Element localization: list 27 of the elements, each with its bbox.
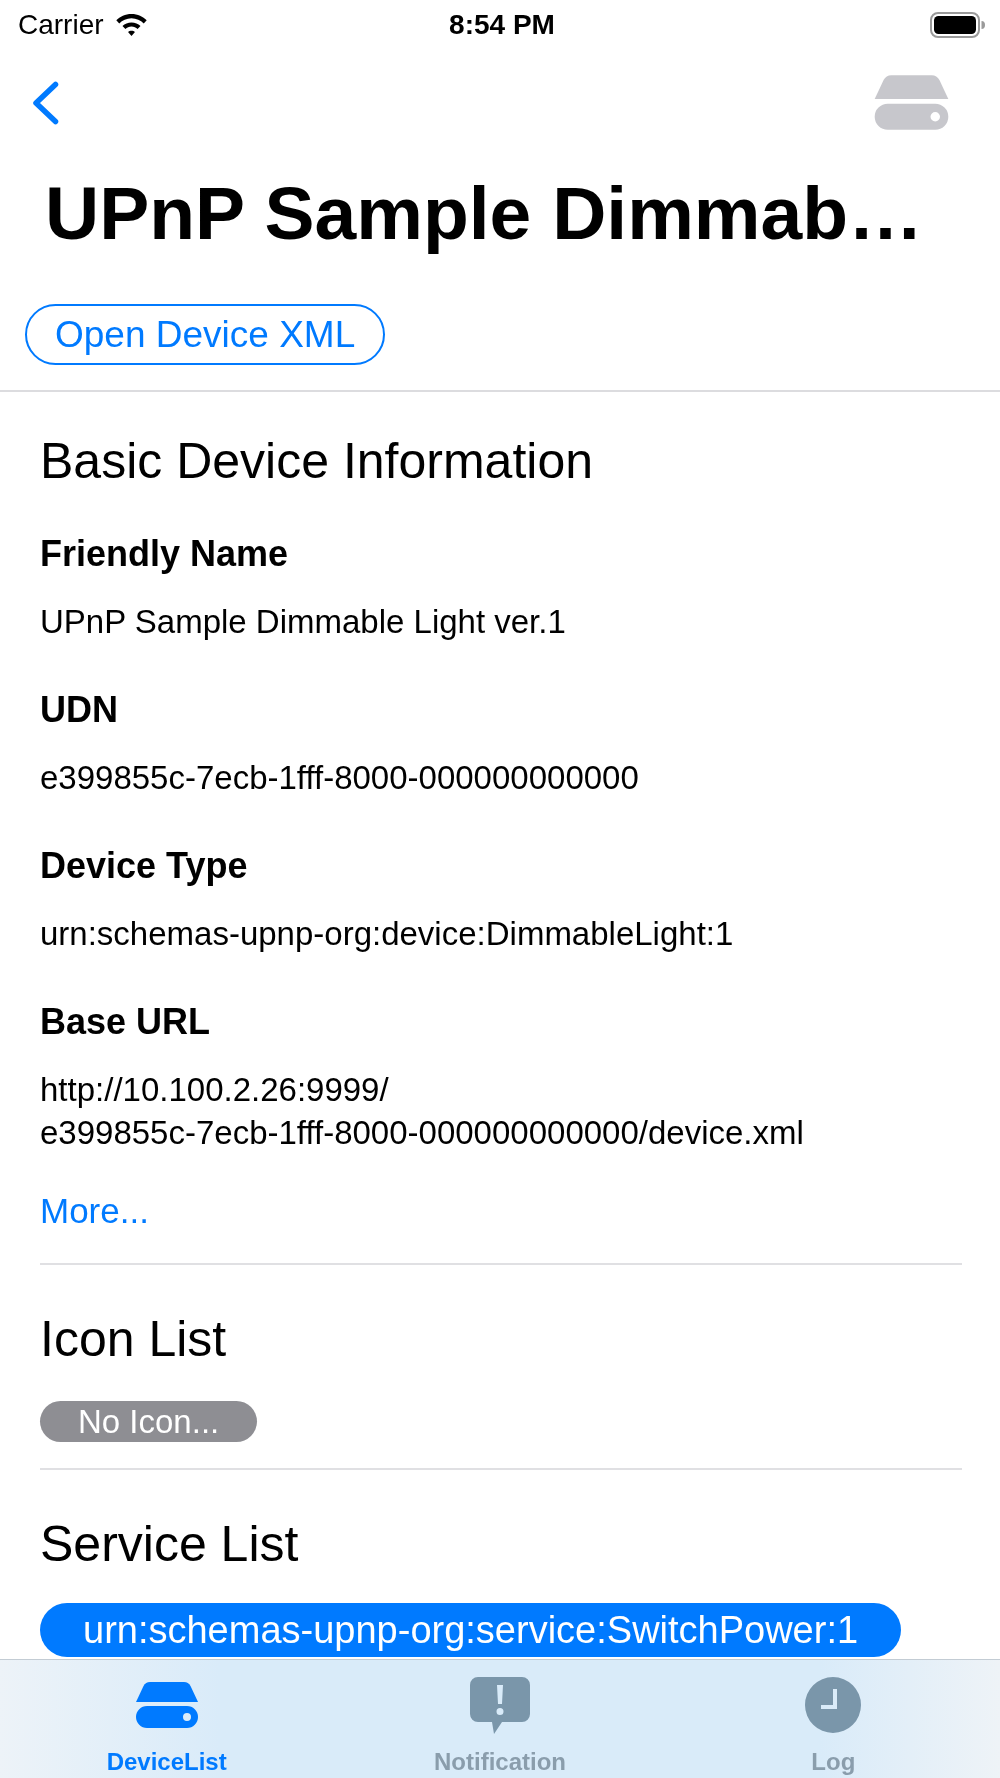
service-list-item[interactable]: urn:schemas-upnp-org:service:SwitchPower:1 — [40, 1603, 902, 1657]
tab[interactable]: DeviceList — [0, 1660, 334, 1778]
section-heading: Basic Device Information — [40, 432, 593, 490]
more-link[interactable]: More... — [40, 1191, 149, 1231]
drive-icon — [134, 1681, 199, 1729]
field-value: http://10.100.2.26:9999/ e399855c-7ecb-1fff-8000-000000000000/device.xml — [40, 1070, 804, 1153]
status-time: 8:54 PM — [449, 9, 555, 41]
clock-icon — [805, 1677, 862, 1733]
section-heading: Service List — [40, 1515, 299, 1573]
field-value: urn:schemas-upnp-org:device:DimmableLight:1 — [40, 914, 734, 954]
back-button[interactable] — [31, 80, 59, 125]
tab[interactable]: Log — [666, 1660, 1000, 1778]
open-xml-button[interactable]: Open Device XML — [25, 304, 386, 365]
wifi-icon — [115, 14, 147, 36]
page-title: UPnP Sample Dimmab… — [45, 170, 924, 257]
field-value: e399855c-7ecb-1fff-8000-000000000000 — [40, 758, 639, 798]
tab[interactable]: Notification — [333, 1660, 667, 1778]
field-label: Base URL — [40, 1002, 211, 1042]
section-heading: Icon List — [40, 1310, 227, 1368]
field-label: Device Type — [40, 846, 248, 886]
exclamation-bubble-icon — [470, 1676, 530, 1734]
field-label: UDN — [40, 690, 118, 730]
carrier-label: Carrier — [18, 9, 104, 41]
field-label: Friendly Name — [40, 534, 289, 574]
chevron-left-icon — [31, 80, 59, 125]
battery-icon — [930, 12, 986, 38]
field-value: UPnP Sample Dimmable Light ver.1 — [40, 602, 566, 642]
